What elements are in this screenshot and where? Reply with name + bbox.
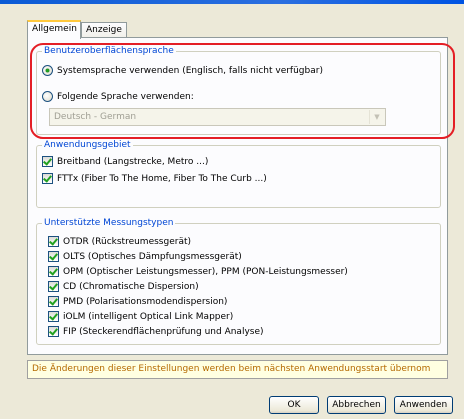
measurement-type-item[interactable]: OLTS (Optisches Dämpfungsmessgerät) [48,251,242,262]
window-title-bar-edge [0,0,464,4]
checkbox-opm[interactable] [48,266,59,277]
checkbox-fttx[interactable] [42,173,53,184]
checkbox-label: PMD (Polarisationsmodendispersion) [63,296,228,307]
option-system-language-label: Systemsprache verwenden (Englisch, falls… [57,65,323,76]
checkbox-otdr[interactable] [48,236,59,247]
cancel-button[interactable]: Abbrechen [327,396,386,414]
apply-button[interactable]: Anwenden [394,396,453,414]
measurement-type-item[interactable]: PMD (Polarisationsmodendispersion) [48,296,227,307]
ui-language-legend: Benutzeroberflächensprache [44,46,174,56]
application-area-item[interactable]: Breitband (Langstrecke, Metro ...) [42,156,208,167]
chevron-down-icon[interactable]: ▼ [369,110,384,124]
option-following-language[interactable]: Folgende Sprache verwenden: [42,91,194,102]
application-area-item[interactable]: FTTx (Fiber To The Home, Fiber To The Cu… [42,173,267,184]
measurement-type-item[interactable]: CD (Chromatische Dispersion) [48,281,199,292]
checkbox-label: FIP (Steckerendflächenprüfung und Analys… [63,326,264,337]
language-select[interactable]: Deutsch - German ▼ [49,108,386,126]
measurement-type-item[interactable]: iOLM (intelligent Optical Link Mapper) [48,311,233,322]
checkbox-label: CD (Chromatische Dispersion) [63,281,199,292]
checkbox-pmd[interactable] [48,296,59,307]
settings-panel: Benutzeroberflächensprache Systemsprache… [27,37,448,355]
measurement-types-legend: Unterstützte Messungstypen [44,218,174,228]
option-following-language-label: Folgende Sprache verwenden: [57,91,194,102]
checkbox-fip[interactable] [48,326,59,337]
measurement-type-item[interactable]: OTDR (Rückstreumessgerät) [48,236,191,247]
checkbox-olts[interactable] [48,251,59,262]
checkbox-label: OTDR (Rückstreumessgerät) [63,236,191,247]
tab-anzeige[interactable]: Anzeige [81,22,127,38]
option-system-language[interactable]: Systemsprache verwenden (Englisch, falls… [42,65,323,76]
radio-system-language[interactable] [42,65,53,76]
checkbox-label: OLTS (Optisches Dämpfungsmessgerät) [63,251,242,262]
checkbox-label: iOLM (intelligent Optical Link Mapper) [63,311,234,322]
language-select-value: Deutsch - German [54,112,137,122]
measurement-type-item[interactable]: FIP (Steckerendflächenprüfung und Analys… [48,326,264,337]
application-area-legend: Anwendungsgebiet [44,140,131,150]
measurement-type-item[interactable]: OPM (Optischer Leistungsmesser), PPM (PO… [48,266,348,277]
checkbox-breitband[interactable] [42,156,53,167]
ok-button[interactable]: OK [269,396,319,414]
checkbox-label: OPM (Optischer Leistungsmesser), PPM (PO… [63,266,348,277]
checkbox-label: Breitband (Langstrecke, Metro ...) [57,156,209,167]
checkbox-cd[interactable] [48,281,59,292]
checkbox-iolm[interactable] [48,311,59,322]
tab-allgemein[interactable]: Allgemein [27,20,81,39]
restart-notice: Die Änderungen dieser Einstellungen werd… [27,360,448,379]
radio-following-language[interactable] [42,91,53,102]
checkbox-label: FTTx (Fiber To The Home, Fiber To The Cu… [57,173,267,184]
